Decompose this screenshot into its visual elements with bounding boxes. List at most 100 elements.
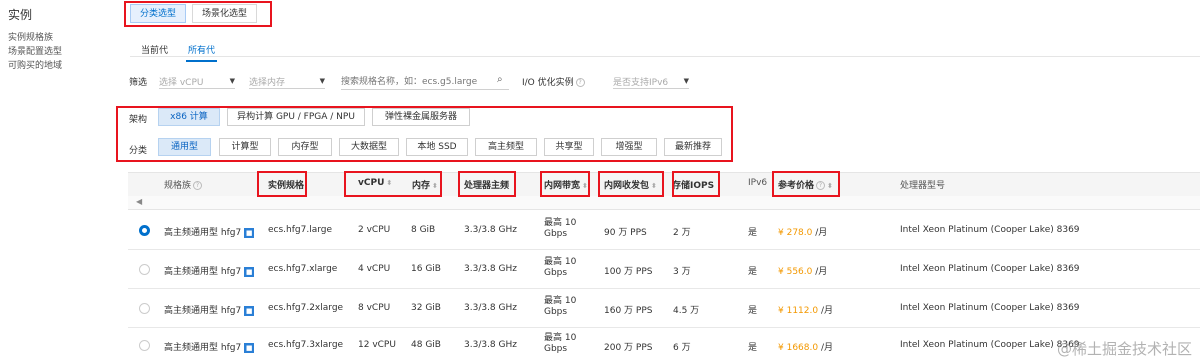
scroll-left-icon[interactable]: ◀ (136, 197, 142, 206)
cell-family: 高主频通用型 hfg7 ■ (164, 305, 255, 316)
chip-enhanced[interactable]: 增强型 (601, 138, 657, 156)
chip-general[interactable]: 通用型 (158, 138, 211, 156)
table-row[interactable]: 高主频通用型 hfg7 ■ ecs.hfg7.2xlarge 8 vCPU 32 … (128, 290, 1200, 328)
cell-bandwidth: 最高 10 Gbps (544, 296, 577, 317)
cell-memory: 48 GiB (411, 340, 441, 350)
row-radio[interactable] (139, 303, 150, 314)
cell-vcpu: 4 vCPU (358, 264, 391, 274)
cell-price: ¥ 1668.0 /月 (778, 343, 833, 353)
cell-memory: 8 GiB (411, 225, 436, 235)
chip-compute[interactable]: 计算型 (219, 138, 271, 156)
cell-price: ¥ 278.0 /月 (778, 228, 828, 238)
chip-shared[interactable]: 共享型 (544, 138, 594, 156)
row-radio[interactable] (139, 340, 150, 351)
vcpu-select[interactable]: 选择 vCPU ▼ (159, 75, 235, 89)
chip-recommended[interactable]: 最新推荐 (664, 138, 722, 156)
cell-freq: 3.3/3.8 GHz (464, 303, 517, 313)
cell-cpu-model: Intel Xeon Platinum (Cooper Lake) 8369 (900, 340, 1080, 350)
chip-bare-metal[interactable]: 弹性裸金属服务器 (372, 108, 470, 126)
cell-family: 高主频通用型 hfg7 ■ (164, 342, 255, 353)
chevron-down-icon: ▼ (319, 77, 325, 85)
cell-vcpu: 2 vCPU (358, 225, 391, 235)
chip-local-ssd[interactable]: 本地 SSD (406, 138, 468, 156)
highlight-box-vcpu-mem (344, 171, 442, 197)
watermark: @稀土掘金技术社区 (1056, 340, 1192, 358)
new-tag-icon: ■ (244, 342, 255, 353)
highlight-box-bandwidth (540, 171, 590, 197)
th-family: 规格族? (164, 178, 203, 191)
cell-iops: 4.5 万 (673, 306, 700, 316)
cell-family: 高主频通用型 hfg7 ■ (164, 266, 255, 277)
vcpu-select-value: 选择 vCPU (159, 78, 204, 88)
th-ipv6: IPv6 (748, 178, 768, 188)
new-tag-icon: ■ (244, 305, 255, 316)
sidebar-item-families[interactable]: 实例规格族 (8, 30, 53, 43)
memory-select[interactable]: 选择内存 ▼ (249, 75, 325, 89)
tab-current-generation[interactable]: 当前代 (139, 43, 170, 62)
cell-pps: 90 万 PPS (604, 228, 647, 238)
cell-iops: 6 万 (673, 343, 691, 353)
row-radio[interactable] (139, 264, 150, 275)
generation-tabs: 当前代 所有代 (139, 43, 218, 62)
ipv6-select-value: 是否支持IPv6 (613, 78, 669, 88)
cell-bandwidth: 最高 10 Gbps (544, 333, 577, 354)
cell-spec: ecs.hfg7.2xlarge (268, 303, 344, 313)
new-tag-icon: ■ (244, 227, 255, 238)
cell-vcpu: 8 vCPU (358, 303, 391, 313)
cell-freq: 3.3/3.8 GHz (464, 264, 517, 274)
th-cpu-model: 处理器型号 (900, 181, 946, 191)
spec-search-input[interactable] (341, 74, 509, 90)
cell-ipv6: 是 (748, 267, 758, 277)
highlight-box-pps (598, 171, 664, 197)
cell-bandwidth: 最高 10 Gbps (544, 257, 577, 278)
horizontal-scroll-strip[interactable]: ◀ (128, 196, 1200, 210)
highlight-box-tabs (124, 1, 272, 27)
chevron-down-icon: ▼ (229, 77, 235, 85)
table-row[interactable]: 高主频通用型 hfg7 ■ ecs.hfg7.3xlarge 12 vCPU 48… (128, 329, 1200, 363)
left-sidebar: 实例 实例规格族 场景配置选型 可购买的地域 (0, 0, 110, 363)
row-radio-selected[interactable] (139, 225, 150, 236)
chip-memory[interactable]: 内存型 (278, 138, 332, 156)
chip-big-data[interactable]: 大数据型 (339, 138, 399, 156)
cell-pps: 200 万 PPS (604, 343, 653, 353)
highlight-box-price (772, 171, 840, 197)
search-icon[interactable]: ⌕ (497, 74, 503, 85)
sidebar-item-scenario[interactable]: 场景配置选型 (8, 44, 62, 57)
ipv6-select[interactable]: 是否支持IPv6 ▼ (613, 75, 689, 89)
filter-label: 筛选 (129, 78, 148, 88)
table-row[interactable]: 高主频通用型 hfg7 ■ ecs.hfg7.large 2 vCPU 8 GiB… (128, 212, 1200, 250)
chevron-down-icon: ▼ (683, 77, 689, 85)
highlight-box-iops (672, 171, 720, 197)
cell-memory: 32 GiB (411, 303, 441, 313)
tab-all-generations[interactable]: 所有代 (186, 43, 218, 62)
cell-ipv6: 是 (748, 228, 758, 238)
cell-cpu-model: Intel Xeon Platinum (Cooper Lake) 8369 (900, 303, 1080, 313)
sidebar-title: 实例 (8, 8, 33, 22)
new-tag-icon: ■ (244, 266, 255, 277)
highlight-box-spec (257, 171, 307, 197)
cell-freq: 3.3/3.8 GHz (464, 225, 517, 235)
sidebar-item-regions[interactable]: 可购买的地域 (8, 58, 62, 71)
cell-pps: 160 万 PPS (604, 306, 653, 316)
chip-x86[interactable]: x86 计算 (158, 108, 220, 126)
cell-price: ¥ 1112.0 /月 (778, 306, 833, 316)
cell-ipv6: 是 (748, 343, 758, 353)
cell-memory: 16 GiB (411, 264, 441, 274)
cell-price: ¥ 556.0 /月 (778, 267, 828, 277)
chip-high-freq[interactable]: 高主频型 (475, 138, 537, 156)
memory-select-value: 选择内存 (249, 78, 286, 88)
chip-heterogeneous[interactable]: 异构计算 GPU / FPGA / NPU (227, 108, 365, 126)
cell-spec: ecs.hfg7.3xlarge (268, 340, 344, 350)
cell-family: 高主频通用型 hfg7 ■ (164, 227, 255, 238)
cell-cpu-model: Intel Xeon Platinum (Cooper Lake) 8369 (900, 264, 1080, 274)
cell-spec: ecs.hfg7.xlarge (268, 264, 338, 274)
cell-freq: 3.3/3.8 GHz (464, 340, 517, 350)
category-label: 分类 (129, 146, 148, 156)
cell-iops: 3 万 (673, 267, 691, 277)
help-icon[interactable]: ? (575, 78, 585, 87)
tabs-divider (130, 56, 1200, 57)
cell-bandwidth: 最高 10 Gbps (544, 218, 577, 239)
table-row[interactable]: 高主频通用型 hfg7 ■ ecs.hfg7.xlarge 4 vCPU 16 G… (128, 251, 1200, 289)
help-icon[interactable]: ? (193, 181, 203, 190)
io-optimized-label: I/O 优化实例? (522, 75, 585, 88)
